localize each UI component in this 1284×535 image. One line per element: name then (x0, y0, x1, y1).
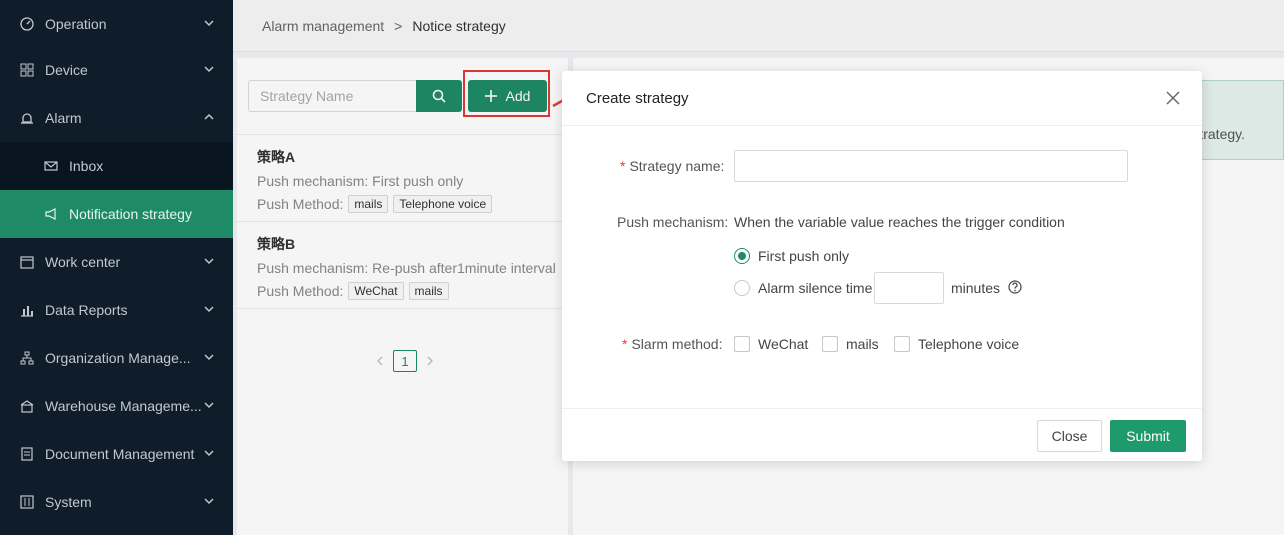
minutes-unit-label: minutes (951, 280, 1001, 296)
chevron-down-icon (204, 402, 214, 409)
chevron-down-icon (204, 306, 214, 313)
alarm-silence-radio[interactable] (734, 280, 750, 296)
alarm-silence-label[interactable]: Alarm silence time (758, 280, 872, 296)
chevron-down-icon (204, 450, 214, 457)
sidebar-item-label: Data Reports (45, 302, 128, 318)
push-mechanism-description: When the variable value reaches the trig… (734, 214, 1065, 230)
create-strategy-dialog: Create strategy * Strategy name: Push mec… (562, 71, 1202, 461)
calendar-icon (20, 255, 34, 269)
chevron-down-icon (204, 20, 214, 27)
sidebar-item-system[interactable]: System (0, 478, 233, 526)
sidebar-item-alarm[interactable]: Alarm (0, 94, 233, 142)
mails-checkbox[interactable] (822, 336, 838, 352)
strategy-name-label-text: Strategy name: (629, 158, 725, 174)
alarm-method-label-text: Slarm method: (631, 336, 723, 352)
sidebar-item-label: Alarm (45, 110, 82, 126)
submit-button[interactable]: Submit (1110, 420, 1186, 452)
first-push-label[interactable]: First push only (758, 248, 849, 264)
sidebar-item-organization[interactable]: Organization Manage... (0, 334, 233, 382)
sidebar-item-document[interactable]: Document Management (0, 430, 233, 478)
sidebar-item-label: Document Management (45, 446, 195, 462)
sidebar-item-inbox[interactable]: Inbox (0, 142, 233, 190)
document-icon (20, 447, 34, 461)
grid-icon (20, 63, 34, 77)
dialog-title: Create strategy (586, 90, 689, 107)
dialog-footer: Close Submit (562, 408, 1202, 461)
warehouse-icon (20, 399, 34, 413)
dashboard-icon (20, 17, 34, 31)
sidebar-item-label: Device (45, 62, 88, 78)
help-icon[interactable] (1008, 280, 1022, 294)
sidebar-item-label: Operation (45, 16, 107, 32)
telephone-voice-label[interactable]: Telephone voice (918, 336, 1019, 352)
chevron-down-icon (204, 498, 214, 505)
strategy-name-label: * Strategy name: (620, 158, 725, 174)
strategy-name-input[interactable] (734, 150, 1128, 182)
first-push-radio[interactable] (734, 248, 750, 264)
sidebar-item-label: Notification strategy (69, 206, 192, 222)
sidebar-item-warehouse[interactable]: Warehouse Manageme... (0, 382, 233, 430)
sidebar-item-label: Work center (45, 254, 121, 270)
silence-minutes-input[interactable] (874, 272, 944, 304)
mail-icon (44, 159, 58, 173)
sidebar-item-label: System (45, 494, 92, 510)
sidebar-item-operation[interactable]: Operation (0, 0, 233, 48)
chevron-down-icon (204, 258, 214, 265)
sidebar-item-label: Warehouse Manageme... (45, 398, 202, 414)
chevron-up-icon (204, 113, 214, 120)
sidebar-item-device[interactable]: Device (0, 46, 233, 94)
sidebar-item-label: Organization Manage... (45, 350, 191, 366)
chevron-down-icon (204, 354, 214, 361)
sidebar-item-work-center[interactable]: Work center (0, 238, 233, 286)
sidebar-item-data-reports[interactable]: Data Reports (0, 286, 233, 334)
sidebar-item-notification-strategy[interactable]: Notification strategy (0, 190, 233, 238)
close-icon[interactable] (1166, 91, 1180, 105)
org-icon (20, 351, 34, 365)
megaphone-icon (44, 207, 58, 221)
mails-label[interactable]: mails (846, 336, 879, 352)
dialog-header: Create strategy (562, 71, 1202, 126)
settings-icon (20, 495, 34, 509)
bar-chart-icon (20, 303, 34, 317)
alarm-method-label: * Slarm method: (622, 336, 723, 352)
close-button[interactable]: Close (1037, 420, 1102, 452)
alarm-icon (20, 111, 34, 125)
wechat-label[interactable]: WeChat (758, 336, 808, 352)
wechat-checkbox[interactable] (734, 336, 750, 352)
telephone-voice-checkbox[interactable] (894, 336, 910, 352)
chevron-down-icon (204, 66, 214, 73)
sidebar-item-label: Inbox (69, 158, 104, 174)
push-mechanism-label: Push mechanism: (617, 214, 729, 230)
sidebar: Operation Device Alarm Inbox Notificatio… (0, 0, 233, 535)
